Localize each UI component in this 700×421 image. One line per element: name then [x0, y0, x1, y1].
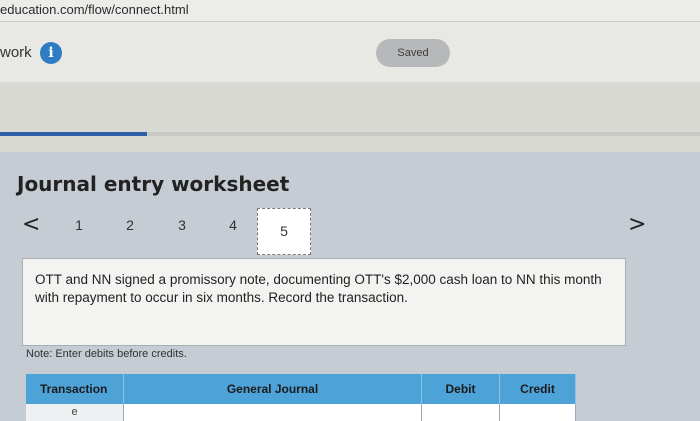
- header-transaction: Transaction: [26, 374, 124, 404]
- header-credit: Credit: [500, 374, 576, 404]
- journal-table: Transaction General Journal Debit Credit…: [26, 374, 576, 421]
- worksheet-title: Journal entry worksheet: [17, 172, 290, 196]
- transaction-prompt: OTT and NN signed a promissory note, doc…: [22, 258, 626, 346]
- step-1-tab[interactable]: 1: [69, 217, 89, 233]
- prev-arrow-icon[interactable]: <: [22, 214, 40, 236]
- credit-input[interactable]: [500, 404, 576, 421]
- work-label: work: [0, 44, 32, 61]
- step-2-tab[interactable]: 2: [120, 217, 140, 233]
- progress-bar: [0, 132, 700, 136]
- next-arrow-icon[interactable]: >: [628, 214, 646, 236]
- cell-transaction: e: [26, 404, 124, 421]
- top-toolbar: work i Saved: [0, 22, 700, 82]
- url-text: education.com/flow/connect.html: [0, 2, 189, 17]
- step-5-tab-active[interactable]: 5: [257, 208, 311, 255]
- entry-note: Note: Enter debits before credits.: [26, 348, 187, 360]
- step-4-tab[interactable]: 4: [223, 217, 243, 233]
- worksheet-panel: Journal entry worksheet < 1 2 3 4 5 > OT…: [0, 152, 700, 421]
- debit-input[interactable]: [422, 404, 500, 421]
- header-debit: Debit: [422, 374, 500, 404]
- progress-fill: [0, 132, 147, 136]
- general-journal-dropdown[interactable]: [124, 404, 422, 421]
- saved-status-button[interactable]: Saved: [376, 39, 450, 67]
- step-3-tab[interactable]: 3: [172, 217, 192, 233]
- address-bar[interactable]: education.com/flow/connect.html: [0, 0, 700, 22]
- info-icon[interactable]: i: [40, 42, 62, 64]
- header-general-journal: General Journal: [124, 374, 422, 404]
